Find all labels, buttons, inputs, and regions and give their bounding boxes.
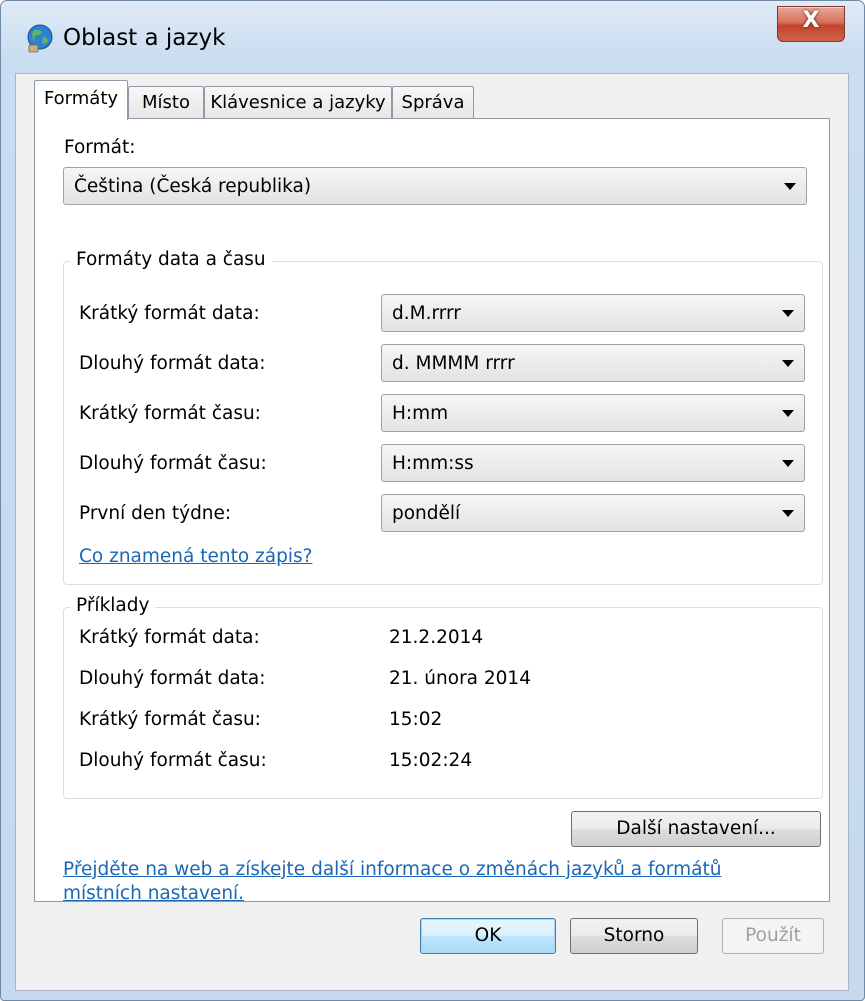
chevron-down-icon <box>782 310 794 317</box>
long-date-select[interactable]: d. MMMM rrrr <box>381 344 805 382</box>
tab-sprava[interactable]: Správa <box>392 86 474 119</box>
more-settings-button[interactable]: Další nastavení... <box>571 811 821 847</box>
first-day-select[interactable]: pondělí <box>381 494 805 532</box>
formats-panel: Formát: Čeština (Česká republika) Formát… <box>34 118 830 904</box>
example-long-date-value: 21. února 2014 <box>389 668 531 689</box>
long-time-label: Dlouhý formát času: <box>79 453 267 474</box>
window-title: Oblast a jazyk <box>63 25 226 51</box>
apply-button[interactable]: Použít <box>722 918 824 954</box>
short-date-select[interactable]: d.M.rrrr <box>381 294 805 332</box>
short-time-label: Krátký formát času: <box>79 403 261 424</box>
web-info-link-line1[interactable]: Přejděte na web a získejte další informa… <box>63 859 721 880</box>
web-info-link-line2[interactable]: místních nastavení. <box>63 883 244 904</box>
format-help-link[interactable]: Co znamená tento zápis? <box>79 546 312 567</box>
chevron-down-icon <box>782 410 794 417</box>
example-short-time-value: 15:02 <box>389 709 443 730</box>
datetime-group-title: Formáty data a času <box>70 249 272 270</box>
tab-misto[interactable]: Místo <box>128 86 204 119</box>
example-short-time-label: Krátký formát času: <box>79 709 261 730</box>
ok-button[interactable]: OK <box>420 918 556 954</box>
dialog-window: Oblast a jazyk X Formáty Místo Klávesnic… <box>0 0 865 1001</box>
long-time-value: H:mm:ss <box>392 453 474 474</box>
title-bar[interactable]: Oblast a jazyk X <box>1 1 864 73</box>
first-day-label: První den týdne: <box>79 503 232 524</box>
long-time-select[interactable]: H:mm:ss <box>381 444 805 482</box>
chevron-down-icon <box>782 460 794 467</box>
cancel-button[interactable]: Storno <box>570 918 698 954</box>
example-short-date-value: 21.2.2014 <box>389 627 484 648</box>
long-date-label: Dlouhý formát data: <box>79 353 266 374</box>
tab-klavesnice[interactable]: Klávesnice a jazyky <box>204 86 392 119</box>
dialog-body: Formáty Místo Klávesnice a jazyky Správa… <box>15 73 849 991</box>
long-date-value: d. MMMM rrrr <box>392 353 515 374</box>
short-time-select[interactable]: H:mm <box>381 394 805 432</box>
tab-formaty[interactable]: Formáty <box>34 80 128 120</box>
short-date-label: Krátký formát data: <box>79 303 260 324</box>
example-short-date-label: Krátký formát data: <box>79 627 260 648</box>
examples-group-title: Příklady <box>70 595 156 616</box>
close-button[interactable]: X <box>777 6 845 42</box>
example-long-time-value: 15:02:24 <box>389 750 473 771</box>
example-long-date-label: Dlouhý formát data: <box>79 668 266 689</box>
format-select[interactable]: Čeština (Česká republika) <box>63 167 807 205</box>
globe-icon <box>27 24 53 53</box>
close-icon: X <box>802 8 820 33</box>
format-select-value: Čeština (Česká republika) <box>74 176 312 197</box>
short-date-value: d.M.rrrr <box>392 303 461 324</box>
format-label: Formát: <box>64 137 136 158</box>
example-long-time-label: Dlouhý formát času: <box>79 750 267 771</box>
chevron-down-icon <box>784 183 796 190</box>
first-day-value: pondělí <box>392 503 461 524</box>
short-time-value: H:mm <box>392 403 449 424</box>
chevron-down-icon <box>782 510 794 517</box>
chevron-down-icon <box>782 360 794 367</box>
